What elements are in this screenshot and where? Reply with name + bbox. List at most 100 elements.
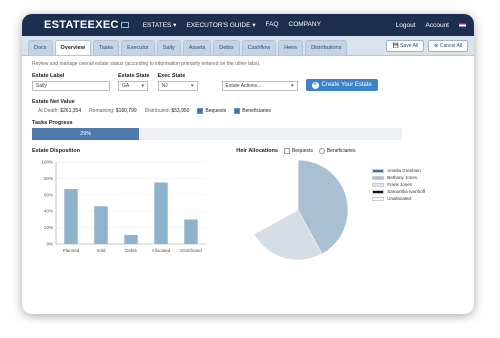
legend-label: Amelia Gresham [387,168,421,173]
heir-beneficiaries-label: Beneficiaries [326,148,356,154]
heir-beneficiaries-checkbox[interactable]: Beneficiaries [318,148,356,154]
estate-label-value: Sally [36,83,47,89]
bar-allocated[interactable] [154,182,168,245]
estate-state-group: Estate State GA ▾ [118,73,150,91]
beneficiaries-checkbox[interactable]: Beneficiaries [234,108,271,114]
heir-allocations-panel: Heir Allocations Bequests Beneficiaries … [236,148,464,267]
nav-estates[interactable]: ESTATES ▾ [143,21,177,29]
heir-allocations-title: Heir Allocations [236,148,278,154]
tab-overview[interactable]: Overview [54,40,91,55]
bequests-checkbox[interactable]: Bequests [197,108,226,114]
remaining-value: $180,799 [115,108,137,114]
legend-item: Bethany Jones [372,175,425,180]
net-value-row: At Death: $261,354 Remaining: $180,799 D… [32,108,464,114]
user-menu: Logout Account [396,22,466,29]
cancel-all-label: Cancel All [439,43,462,49]
nav-executors-guide[interactable]: EXECUTOR'S GUIDE ▾ [186,21,255,29]
estate-label-input[interactable]: Sally [32,81,110,91]
logo-text: ESTATEEXEC [44,19,119,31]
intro-text: Review and manage overall estate status … [32,61,261,67]
net-value-title: Estate Net Value [32,99,75,105]
estate-form-row: Estate Label Sally Estate State GA ▾ Exe… [32,73,464,91]
top-navbar: ESTATEEXEC ESTATES ▾ EXECUTOR'S GUIDE ▾ … [22,14,474,36]
flag-icon[interactable] [459,22,466,28]
estate-state-heading: Estate State [118,73,150,79]
plus-icon: + [311,81,319,89]
estate-label-group: Estate Label Sally [32,73,110,91]
tab-assets[interactable]: Assets [182,40,212,55]
nav-faq[interactable]: FAQ [266,21,279,29]
save-all-button[interactable]: 💾 Save All [386,40,425,52]
legend-swatch [372,189,385,194]
estate-actions-select[interactable]: Estate Actions... ▾ [221,81,298,91]
tab-executor[interactable]: Executor [121,40,155,55]
net-value-section: Estate Net Value At Death: $261,354 Rema… [32,99,464,114]
cancel-all-button[interactable]: ⊗ Cancel All [428,40,468,52]
legend-swatch [372,168,385,173]
create-estate-button[interactable]: + Create Your Estate [305,79,378,91]
y-tick-label: 0% [46,242,53,247]
heir-bequests-label: Bequests [291,148,313,154]
tab-docs[interactable]: Docs [28,40,53,55]
legend-item: Unallocated [372,196,425,201]
tab-actions: 💾 Save All ⊗ Cancel All [386,40,468,52]
y-tick-label: 60% [44,192,53,197]
legend-item: Amelia Gresham [372,168,425,173]
estate-state-value: GA [122,83,130,89]
estate-state-select[interactable]: GA ▾ [118,81,148,91]
chevron-down-icon: ▾ [141,83,144,89]
nav-company[interactable]: COMPANY [289,21,321,29]
beneficiaries-label: Beneficiaries [242,108,271,114]
account-link[interactable]: Account [426,22,450,29]
tab-cashflow[interactable]: Cashflow [241,40,277,55]
legend-label: Frank Jones [387,182,413,187]
remaining-label: Remaining: [89,108,115,114]
tasks-progress-title: Tasks Progress [32,120,73,126]
estate-actions-group: Estate Actions... ▾ [221,81,298,91]
y-tick-label: 20% [44,225,53,230]
legend-swatch [372,182,385,187]
heir-allocations-header: Heir Allocations Bequests Beneficiaries [236,148,464,154]
main-nav: ESTATES ▾ EXECUTOR'S GUIDE ▾ FAQ COMPANY [143,21,321,29]
x-tick-label: Sold [96,248,106,253]
bar-distributed[interactable] [184,219,198,244]
bar-planned[interactable] [64,189,78,244]
logout-link[interactable]: Logout [396,22,416,29]
tab-sally[interactable]: Sally [156,40,181,55]
y-tick-label: 80% [44,176,53,181]
logo[interactable]: ESTATEEXEC [44,19,129,31]
charts-area: Estate Disposition 100% 80% 60% 40% 20% 0% Pla… [32,148,464,267]
at-death-value: $261,354 [60,108,82,114]
bar-sold[interactable] [94,206,108,244]
tab-debts[interactable]: Debts [213,40,240,55]
exec-state-select[interactable]: NJ ▾ [157,81,198,91]
legend-swatch [372,196,385,201]
chevron-down-icon: ▾ [290,83,294,89]
x-tick-label: Debts [125,248,138,253]
y-tick-label: 40% [44,209,53,214]
tab-tasks[interactable]: Tasks [93,40,120,55]
at-death-group: At Death: $261,354 [38,108,81,114]
checkbox-checked-icon [197,108,204,114]
tasks-progress-fill: 29% [32,128,140,140]
legend-label: Samantha Ivanhoff [387,189,425,194]
create-estate-label: Create Your Estate [321,82,372,88]
legend-label: Unallocated [387,196,412,201]
logo-badge-icon [120,22,129,28]
bar-debts[interactable] [124,234,138,244]
distributed-group: Distributed: $53,950 [145,108,190,114]
chevron-down-icon: ▾ [190,83,194,89]
app-window: ESTATEEXEC ESTATES ▾ EXECUTOR'S GUIDE ▾ … [22,14,474,314]
heir-bequests-checkbox[interactable]: Bequests [283,148,313,154]
tab-bar: Docs Overview Tasks Executor Sally Asset… [22,36,474,56]
exec-state-value: NJ [161,83,168,89]
legend-swatch [372,175,385,180]
tasks-progress-section: Tasks Progress 29% [32,120,464,140]
exec-state-heading: Exec State [157,73,186,79]
heir-allocations-body: Amelia Gresham Bethany Jones Frank Jones Sa… [236,158,464,263]
tab-heirs[interactable]: Heirs [278,40,304,55]
overview-panel: Review and manage overall estate status … [22,56,474,272]
tasks-progress-bar: 29% [32,128,402,140]
save-icon: 💾 [392,43,399,49]
tab-distributions[interactable]: Distributions [305,40,348,55]
